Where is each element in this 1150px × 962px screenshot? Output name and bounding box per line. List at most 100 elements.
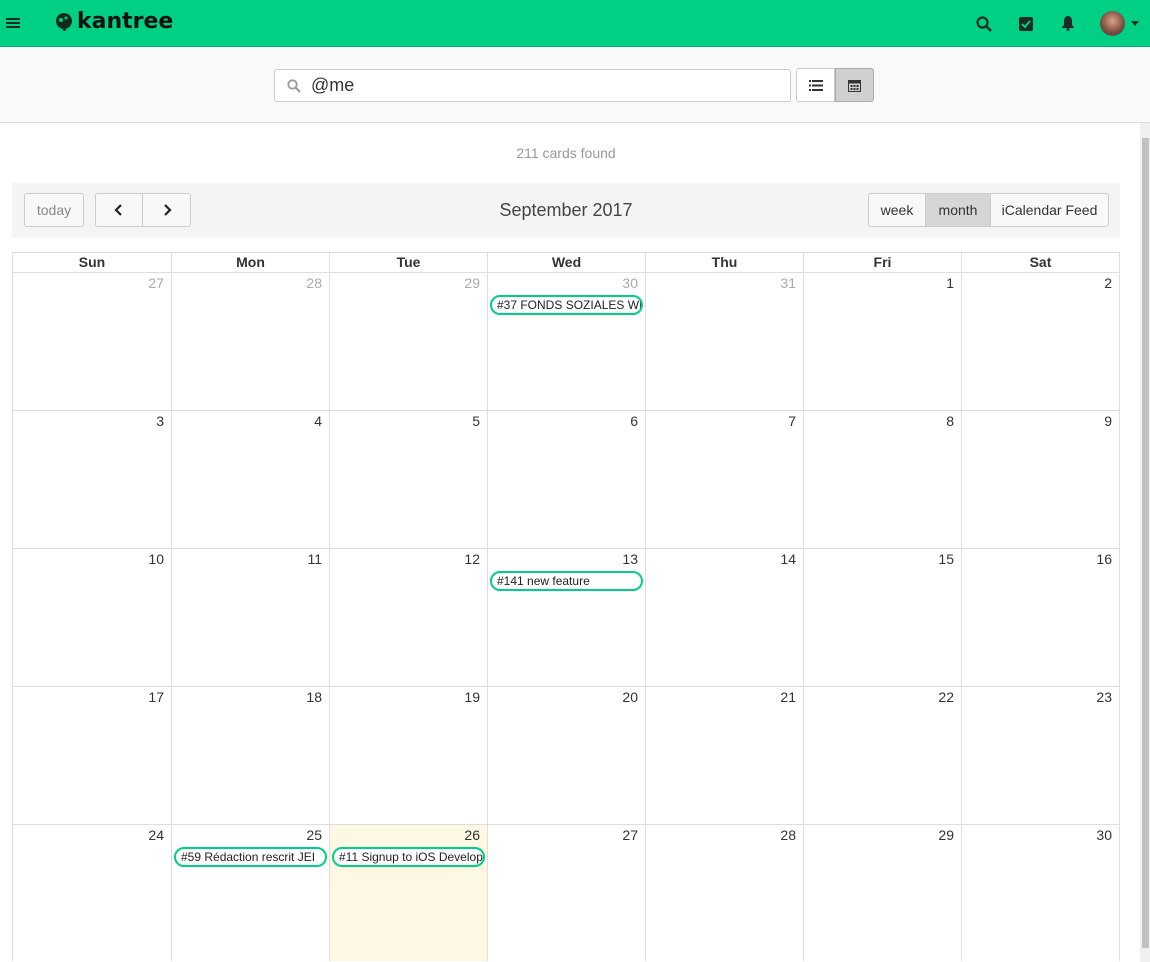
calendar-week: 27 28 29 30 #37 FONDS SOZIALES WIEN 31 1 2 (12, 272, 1120, 410)
calendar-event[interactable]: #141 new feature (490, 571, 643, 591)
scrollbar[interactable] (1140, 123, 1150, 962)
day-number[interactable]: 30 (622, 275, 638, 291)
day-cell[interactable]: 4 (171, 411, 329, 548)
scrollbar-thumb[interactable] (1142, 138, 1149, 948)
day-cell[interactable]: 27 (13, 273, 171, 410)
day-cell[interactable]: 23 (961, 687, 1119, 824)
day-number[interactable]: 4 (314, 413, 322, 429)
day-cell[interactable]: 5 (329, 411, 487, 548)
day-number[interactable]: 1 (946, 275, 954, 291)
day-cell[interactable]: 19 (329, 687, 487, 824)
day-cell[interactable]: 2 (961, 273, 1119, 410)
day-cell[interactable]: 9 (961, 411, 1119, 548)
day-cell[interactable]: 13 #141 new feature (487, 549, 645, 686)
calendar-event[interactable]: #59 Rédaction rescrit JEI (174, 847, 327, 867)
day-number[interactable]: 18 (306, 689, 322, 705)
top-navbar: kantree (0, 0, 1150, 47)
day-cell[interactable]: 31 (645, 273, 803, 410)
day-cell[interactable]: 3 (13, 411, 171, 548)
day-cell[interactable]: 10 (13, 549, 171, 686)
kantree-logo[interactable]: kantree (54, 9, 173, 34)
day-cell[interactable]: 7 (645, 411, 803, 548)
day-number[interactable]: 19 (464, 689, 480, 705)
calendar-event[interactable]: #37 FONDS SOZIALES WIEN (490, 295, 643, 315)
month-view-button[interactable]: month (925, 193, 991, 227)
day-cell[interactable]: 16 (961, 549, 1119, 686)
day-number[interactable]: 30 (1096, 827, 1112, 843)
checkbox-icon[interactable] (1016, 14, 1036, 34)
icalendar-feed-button[interactable]: iCalendar Feed (990, 193, 1109, 227)
day-cell[interactable]: 21 (645, 687, 803, 824)
weekday-sun: Sun (78, 254, 106, 270)
day-cell[interactable]: 29 (803, 825, 961, 961)
day-cell[interactable]: 28 (171, 273, 329, 410)
day-cell[interactable]: 14 (645, 549, 803, 686)
day-cell[interactable]: 24 (13, 825, 171, 961)
week-view-button[interactable]: week (868, 193, 926, 227)
month-calendar: Sun Mon Tue Wed Thu Fri Sat 27 28 29 30 #37 FONDS … (12, 252, 1120, 961)
day-cell[interactable]: 18 (171, 687, 329, 824)
day-number[interactable]: 16 (1096, 551, 1112, 567)
day-number[interactable]: 21 (780, 689, 796, 705)
day-number[interactable]: 23 (1096, 689, 1112, 705)
search-bar: @me (0, 47, 1150, 123)
day-number[interactable]: 15 (938, 551, 954, 567)
avatar[interactable] (1100, 11, 1125, 36)
day-number[interactable]: 6 (630, 413, 638, 429)
menu-icon[interactable] (4, 13, 22, 33)
day-number[interactable]: 12 (464, 551, 480, 567)
day-cell[interactable]: 30 (961, 825, 1119, 961)
day-number[interactable]: 25 (306, 827, 322, 843)
weekday-fri: Fri (803, 253, 961, 272)
day-cell[interactable]: 17 (13, 687, 171, 824)
day-number[interactable]: 7 (788, 413, 796, 429)
calendar-event[interactable]: #11 Signup to iOS Developer (332, 847, 485, 867)
day-number[interactable]: 29 (464, 275, 480, 291)
search-input[interactable]: @me (274, 69, 791, 102)
calendar-icon (848, 79, 861, 92)
day-cell[interactable]: 30 #37 FONDS SOZIALES WIEN (487, 273, 645, 410)
day-cell[interactable]: 22 (803, 687, 961, 824)
day-number[interactable]: 14 (780, 551, 796, 567)
day-cell[interactable]: 28 (645, 825, 803, 961)
day-number[interactable]: 8 (946, 413, 954, 429)
day-cell[interactable]: 29 (329, 273, 487, 410)
day-cell[interactable]: 12 (329, 549, 487, 686)
day-number[interactable]: 28 (306, 275, 322, 291)
day-number[interactable]: 20 (622, 689, 638, 705)
day-cell[interactable]: 26 #11 Signup to iOS Developer (329, 825, 487, 961)
day-number[interactable]: 9 (1104, 413, 1112, 429)
day-cell[interactable]: 27 (487, 825, 645, 961)
day-number[interactable]: 27 (622, 827, 638, 843)
day-number[interactable]: 13 (622, 551, 638, 567)
search-icon (287, 78, 301, 93)
day-number[interactable]: 28 (780, 827, 796, 843)
day-number[interactable]: 22 (938, 689, 954, 705)
weekday-wed: Wed (487, 253, 645, 272)
day-number[interactable]: 31 (780, 275, 796, 291)
day-number[interactable]: 17 (148, 689, 164, 705)
day-cell[interactable]: 8 (803, 411, 961, 548)
caret-down-icon[interactable] (1130, 18, 1140, 28)
calendar-view-button[interactable] (835, 68, 874, 102)
day-number[interactable]: 5 (472, 413, 480, 429)
day-cell[interactable]: 25 #59 Rédaction rescrit JEI (171, 825, 329, 961)
calendar-week: 24 25 #59 Rédaction rescrit JEI 26 #11 Signu… (12, 824, 1120, 961)
day-number[interactable]: 29 (938, 827, 954, 843)
search-icon[interactable] (974, 14, 994, 34)
day-number[interactable]: 11 (307, 551, 322, 567)
day-cell[interactable]: 20 (487, 687, 645, 824)
day-number[interactable]: 2 (1104, 275, 1112, 291)
bell-icon[interactable] (1058, 13, 1078, 33)
day-cell[interactable]: 15 (803, 549, 961, 686)
day-cell[interactable]: 11 (171, 549, 329, 686)
day-number[interactable]: 27 (148, 275, 164, 291)
list-view-button[interactable] (796, 68, 835, 102)
calendar-week: 10 11 12 13 #141 new feature 14 15 16 (12, 548, 1120, 686)
day-cell[interactable]: 6 (487, 411, 645, 548)
day-number[interactable]: 3 (156, 413, 164, 429)
day-cell[interactable]: 1 (803, 273, 961, 410)
day-number[interactable]: 10 (148, 551, 164, 567)
day-number[interactable]: 24 (148, 827, 164, 843)
day-number[interactable]: 26 (464, 827, 480, 843)
